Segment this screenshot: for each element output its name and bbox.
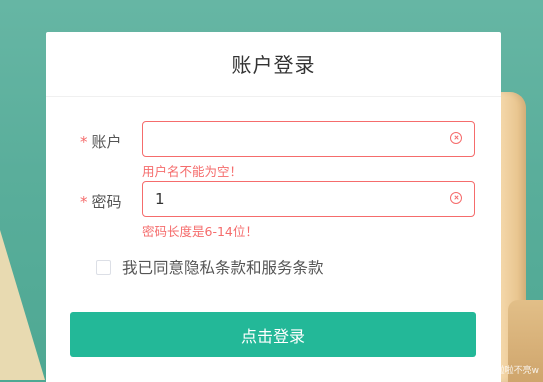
watermark: CSDN @巴啦啦不亮w: [449, 366, 539, 376]
page-title: 账户登录: [231, 53, 316, 77]
background-wood-triangle: [0, 230, 45, 380]
login-card: 账户登录 *账户 用户名不能为空！ *密码 密码长度是6-14位！ 我已同意隐私…: [46, 32, 501, 382]
password-label: * 密码: [80, 191, 122, 212]
password-error-message: 密码长度是6-14位！: [142, 224, 258, 239]
required-mark: *: [80, 133, 88, 151]
clear-icon[interactable]: [450, 192, 462, 204]
password-label-text: 密码: [91, 193, 122, 211]
required-mark: *: [80, 193, 88, 211]
agreement-checkbox[interactable]: [96, 259, 111, 275]
agreement-text[interactable]: 我已同意隐私条款和服务条款: [122, 256, 324, 278]
account-input[interactable]: [155, 122, 435, 156]
password-input-wrapper[interactable]: [142, 181, 475, 217]
account-label-text: 账户: [91, 133, 122, 151]
account-input-wrapper[interactable]: [142, 121, 475, 157]
password-input[interactable]: [155, 182, 435, 216]
login-button[interactable]: 点击登录: [70, 312, 476, 357]
clear-icon[interactable]: [450, 132, 462, 144]
account-error-message: 用户名不能为空！: [142, 164, 243, 179]
card-header: 账户登录: [46, 32, 501, 97]
account-label: * 账户: [80, 131, 122, 152]
agreement-row[interactable]: 我已同意隐私条款和服务条款: [96, 256, 324, 278]
